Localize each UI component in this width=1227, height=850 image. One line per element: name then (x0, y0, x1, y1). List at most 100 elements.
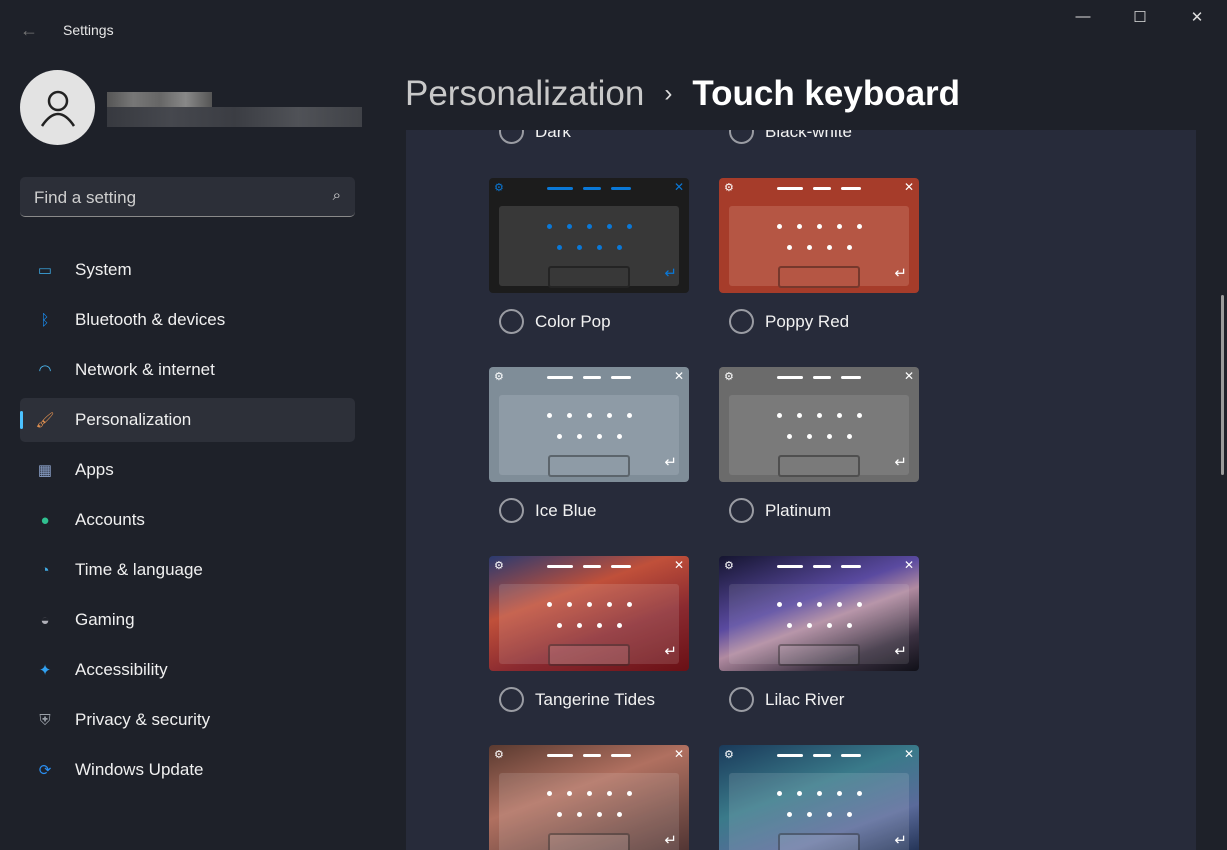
sidebar-nav: ▭ System ᛒ Bluetooth & devices ◠ Network & in… (20, 248, 355, 798)
sidebar-item-label: Network & internet (75, 360, 215, 379)
radio-button[interactable] (729, 498, 754, 523)
theme-label: Color Pop (535, 311, 611, 331)
spacebar (548, 833, 630, 850)
theme-radio[interactable]: Color Pop (499, 309, 611, 334)
enter-key-icon: ↵ (894, 832, 907, 849)
key-dot (547, 413, 552, 418)
key-dot (547, 224, 552, 229)
close-button[interactable]: ✕ (1174, 8, 1220, 32)
key-dot (617, 812, 622, 817)
radio-button[interactable] (499, 309, 524, 334)
keyboard-theme-preview[interactable]: ⚙ ✕ ↵ (719, 556, 919, 671)
sidebar-item-windows-update[interactable]: ⟳ Windows Update (20, 748, 355, 792)
user-name-redacted (107, 92, 212, 107)
keyboard-theme-preview[interactable]: ⚙ ✕ ↵ (489, 745, 689, 850)
app-title: Settings (63, 22, 114, 38)
sidebar-item-apps[interactable]: ▦ Apps (20, 448, 355, 492)
radio-button[interactable] (729, 687, 754, 712)
breadcrumb-parent[interactable]: Personalization (405, 74, 644, 114)
sidebar-item-personalization[interactable]: 🖌 Personalization (20, 398, 355, 442)
radio-button[interactable] (729, 130, 754, 144)
keyboard-theme-preview[interactable]: ⚙ ✕ ↵ (489, 367, 689, 482)
keyboard-theme-preview[interactable]: ⚙ ✕ ↵ (719, 178, 919, 293)
spacebar (778, 266, 860, 288)
key-dot (577, 434, 582, 439)
handle-dash (813, 376, 831, 379)
enter-key-icon: ↵ (894, 265, 907, 282)
theme-radio[interactable]: Platinum (729, 498, 831, 523)
sidebar-item-label: Time & language (75, 560, 203, 579)
search-input[interactable]: Find a setting ⌕ (20, 177, 355, 217)
key-dot (597, 812, 602, 817)
key-dot (807, 434, 812, 439)
back-arrow-icon[interactable]: ← (20, 20, 38, 41)
sidebar-item-system[interactable]: ▭ System (20, 248, 355, 292)
handle-dash (841, 754, 861, 757)
sidebar-item-bluetooth-devices[interactable]: ᛒ Bluetooth & devices (20, 298, 355, 342)
key-dot (777, 224, 782, 229)
theme-radio[interactable]: Poppy Red (729, 309, 849, 334)
gear-icon: ⚙ (724, 560, 734, 572)
sidebar-item-accessibility[interactable]: ✦ Accessibility (20, 648, 355, 692)
sidebar-item-gaming[interactable]: ◒ Gaming (20, 598, 355, 642)
key-dot (597, 245, 602, 250)
spacebar (778, 833, 860, 850)
radio-button[interactable] (499, 130, 524, 144)
spacebar (778, 644, 860, 666)
key-dot (607, 413, 612, 418)
sidebar-item-privacy-security[interactable]: ⛨ Privacy & security (20, 698, 355, 742)
handle-dash (611, 187, 631, 190)
key-dot (567, 224, 572, 229)
sidebar-item-network-internet[interactable]: ◠ Network & internet (20, 348, 355, 392)
key-dot (587, 413, 592, 418)
keyboard-theme-preview[interactable]: ⚙ ✕ ↵ (719, 367, 919, 482)
key-dot (587, 602, 592, 607)
key-dot (857, 791, 862, 796)
theme-radio[interactable]: Black-white (729, 130, 852, 144)
sidebar-item-accounts[interactable]: ● Accounts (20, 498, 355, 542)
key-dot (837, 791, 842, 796)
keyboard-theme-preview[interactable]: ⚙ ✕ ↵ (719, 745, 919, 850)
spacebar (548, 266, 630, 288)
key-dot (787, 434, 792, 439)
key-dot (617, 245, 622, 250)
spacebar (548, 644, 630, 666)
key-dot (807, 245, 812, 250)
sidebar-item-label: System (75, 260, 132, 279)
avatar[interactable] (20, 70, 95, 145)
personalization-icon: 🖌 (35, 412, 55, 429)
keyboard-theme-preview[interactable]: ⚙ ✕ ↵ (489, 556, 689, 671)
theme-label: Poppy Red (765, 311, 850, 331)
theme-list: Dark Black-white ⚙ ✕ ↵ Color Pop ⚙ ✕ ↵ Poppy Red ⚙… (406, 130, 1196, 850)
key-dot (627, 224, 632, 229)
keyboard-theme-preview[interactable]: ⚙ ✕ ↵ (489, 178, 689, 293)
theme-radio[interactable]: Ice Blue (499, 498, 596, 523)
enter-key-icon: ↵ (664, 832, 677, 849)
search-icon[interactable]: ⌕ (333, 187, 341, 204)
key-dot (627, 602, 632, 607)
sidebar-item-time-language[interactable]: ◔ Time & language (20, 548, 355, 592)
handle-dash (841, 565, 861, 568)
enter-key-icon: ↵ (664, 643, 677, 660)
breadcrumb: Personalization › Touch keyboard (405, 74, 960, 114)
theme-radio[interactable]: Lilac River (729, 687, 844, 712)
radio-button[interactable] (499, 687, 524, 712)
privacy-security-icon: ⛨ (39, 711, 51, 729)
scrollbar[interactable] (1221, 295, 1224, 475)
maximize-button[interactable]: ☐ (1117, 8, 1163, 32)
key-dot (617, 434, 622, 439)
key-dot (777, 413, 782, 418)
minimize-button[interactable]: — (1060, 8, 1106, 32)
spacebar (548, 455, 630, 477)
enter-key-icon: ↵ (664, 265, 677, 282)
theme-radio[interactable]: Tangerine Tides (499, 687, 655, 712)
radio-button[interactable] (499, 498, 524, 523)
key-dot (847, 623, 852, 628)
key-dot (827, 434, 832, 439)
theme-radio[interactable]: Dark (499, 130, 571, 144)
enter-key-icon: ↵ (664, 454, 677, 471)
key-dot (607, 791, 612, 796)
radio-button[interactable] (729, 309, 754, 334)
key-dot (807, 812, 812, 817)
key-dot (777, 602, 782, 607)
